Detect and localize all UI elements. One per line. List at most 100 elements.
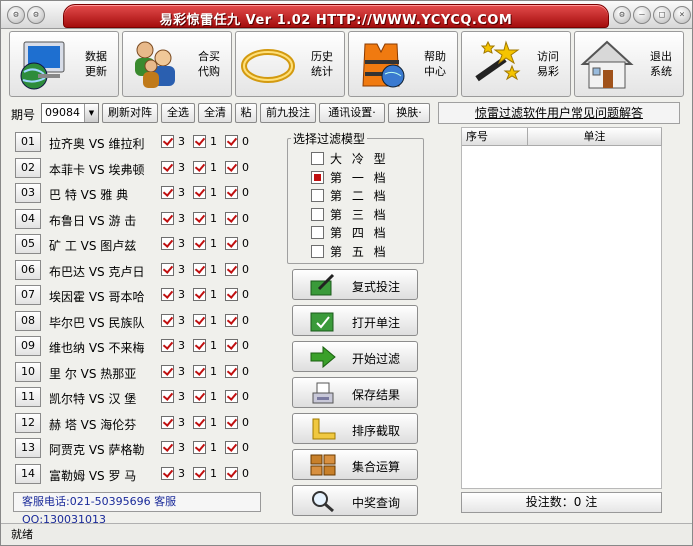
filter-model-option[interactable]: 大 冷 型 <box>311 152 389 168</box>
save-results-button[interactable]: 保存结果 <box>292 377 418 408</box>
match-number-button[interactable]: 05 <box>15 234 41 254</box>
skin-button[interactable]: 换肤· <box>388 103 430 123</box>
option-lose-checkbox[interactable]: 0 <box>225 211 249 226</box>
option-lose-checkbox[interactable]: 0 <box>225 237 249 251</box>
option-lose-checkbox[interactable]: 0 <box>225 390 249 404</box>
magic-wand-icon <box>475 40 521 82</box>
option-win-checkbox[interactable]: 3 <box>161 313 185 328</box>
option-win-checkbox[interactable]: 3 <box>161 415 185 430</box>
option-win-checkbox[interactable]: 3 <box>161 262 185 277</box>
sort-crop-button[interactable]: 排序截取 <box>292 413 418 444</box>
option-lose-checkbox[interactable]: 0 <box>225 288 249 302</box>
filter-model-option[interactable]: 第 一 档 <box>311 170 389 187</box>
close-icon[interactable]: × <box>673 6 691 24</box>
option-draw-checkbox[interactable]: 1 <box>193 415 217 430</box>
checkbox-check-icon <box>193 390 206 403</box>
minimize-icon[interactable]: – <box>633 6 651 24</box>
set-operation-button[interactable]: 集合运算 <box>292 449 418 480</box>
match-number-button[interactable]: 07 <box>15 285 41 305</box>
match-number-button[interactable]: 14 <box>15 463 41 484</box>
data-update-button[interactable]: 数据 更新 <box>9 31 119 97</box>
option-draw-checkbox[interactable]: 1 <box>193 466 217 481</box>
option-win-checkbox[interactable]: 3 <box>161 237 185 251</box>
match-number-button[interactable]: 11 <box>15 387 41 407</box>
option-lose-checkbox[interactable]: 0 <box>225 466 249 481</box>
option-draw-checkbox[interactable]: 1 <box>193 160 217 175</box>
option-win-checkbox[interactable]: 3 <box>161 186 185 200</box>
select-all-button[interactable]: 全选 <box>161 103 195 123</box>
start-filter-button[interactable]: 开始过滤 <box>292 341 418 372</box>
option-win-checkbox[interactable]: 3 <box>161 288 185 302</box>
group-buy-button[interactable]: 合买 代购 <box>122 31 232 97</box>
option-lose-checkbox[interactable]: 0 <box>225 313 249 328</box>
option-lose-checkbox[interactable]: 0 <box>225 415 249 430</box>
comm-settings-button[interactable]: 通讯设置· <box>319 103 385 123</box>
option-lose-checkbox[interactable]: 0 <box>225 160 249 175</box>
action-label: 复式投注 <box>351 280 400 294</box>
checkbox-check-icon <box>225 160 238 174</box>
open-single-bet-button[interactable]: 打开单注 <box>292 305 418 336</box>
option-lose-checkbox[interactable]: 0 <box>225 135 249 149</box>
option-draw-checkbox[interactable]: 1 <box>193 313 217 328</box>
option-draw-checkbox[interactable]: 1 <box>193 211 217 226</box>
option-win-checkbox[interactable]: 3 <box>161 211 185 226</box>
bet-list[interactable]: 序号 单注 <box>461 127 662 489</box>
top-nine-bet-button[interactable]: 前九投注 <box>260 103 316 123</box>
filter-model-option[interactable]: 第 五 档 <box>311 244 389 261</box>
option-lose-checkbox[interactable]: 0 <box>225 339 249 353</box>
column-header-index[interactable]: 序号 <box>462 128 528 146</box>
match-number-button[interactable]: 02 <box>15 157 41 178</box>
match-number-button[interactable]: 01 <box>15 132 41 152</box>
match-number-button[interactable]: 03 <box>15 183 41 203</box>
help-center-button[interactable]: 帮助 中心 <box>348 31 458 97</box>
history-stats-button[interactable]: 历史 统计 <box>235 31 345 97</box>
option-win-checkbox[interactable]: 3 <box>161 135 185 149</box>
chevron-down-icon[interactable]: ▼ <box>84 104 98 122</box>
match-number-button[interactable]: 04 <box>15 208 41 229</box>
settings-icon[interactable]: ⚙ <box>27 6 45 24</box>
option-draw-checkbox[interactable]: 1 <box>193 237 217 251</box>
option-draw-checkbox[interactable]: 1 <box>193 288 217 302</box>
filter-model-option[interactable]: 第 四 档 <box>311 226 389 242</box>
match-number-button[interactable]: 06 <box>15 259 41 280</box>
option-win-checkbox[interactable]: 3 <box>161 364 185 379</box>
option-label: 0 <box>242 339 249 352</box>
faq-link[interactable]: 惊雷过滤软件用户常见问题解答 <box>438 102 680 124</box>
option-win-checkbox[interactable]: 3 <box>161 466 185 481</box>
option-draw-checkbox[interactable]: 1 <box>193 390 217 404</box>
match-number-button[interactable]: 08 <box>15 310 41 331</box>
option-win-checkbox[interactable]: 3 <box>161 390 185 404</box>
settings-icon[interactable]: ⚙ <box>7 6 25 24</box>
match-number-button[interactable]: 12 <box>15 412 41 433</box>
option-lose-checkbox[interactable]: 0 <box>225 186 249 200</box>
maximize-icon[interactable]: □ <box>653 6 671 24</box>
visit-yicai-button[interactable]: 访问 易彩 <box>461 31 571 97</box>
filter-model-option[interactable]: 第 二 档 <box>311 189 389 205</box>
option-lose-checkbox[interactable]: 0 <box>225 441 249 455</box>
prize-query-button[interactable]: 中奖查询 <box>292 485 418 516</box>
match-number-button[interactable]: 13 <box>15 438 41 458</box>
option-draw-checkbox[interactable]: 1 <box>193 339 217 353</box>
clear-all-button[interactable]: 全清 <box>198 103 232 123</box>
option-draw-checkbox[interactable]: 1 <box>193 262 217 277</box>
multi-bet-button[interactable]: 复式投注 <box>292 269 418 300</box>
column-header-bet[interactable]: 单注 <box>528 128 662 146</box>
option-draw-checkbox[interactable]: 1 <box>193 441 217 455</box>
settings-icon[interactable]: ⚙ <box>613 6 631 24</box>
option-lose-checkbox[interactable]: 0 <box>225 364 249 379</box>
option-win-checkbox[interactable]: 3 <box>161 160 185 175</box>
option-draw-checkbox[interactable]: 1 <box>193 364 217 379</box>
match-number-button[interactable]: 10 <box>15 361 41 382</box>
paste-button[interactable]: 粘 <box>235 103 257 123</box>
refresh-matches-button[interactable]: 刷新对阵 <box>102 103 158 123</box>
match-number-button[interactable]: 09 <box>15 336 41 356</box>
exit-system-button[interactable]: 退出 系统 <box>574 31 684 97</box>
option-lose-checkbox[interactable]: 0 <box>225 262 249 277</box>
match-row: 10 里 尔 VS 热那亚 3 1 0 <box>13 361 283 384</box>
period-select[interactable]: 09084 ▼ <box>41 103 99 123</box>
option-draw-checkbox[interactable]: 1 <box>193 135 217 149</box>
option-win-checkbox[interactable]: 3 <box>161 339 185 353</box>
option-win-checkbox[interactable]: 3 <box>161 441 185 455</box>
filter-model-option[interactable]: 第 三 档 <box>311 207 389 224</box>
option-draw-checkbox[interactable]: 1 <box>193 186 217 200</box>
